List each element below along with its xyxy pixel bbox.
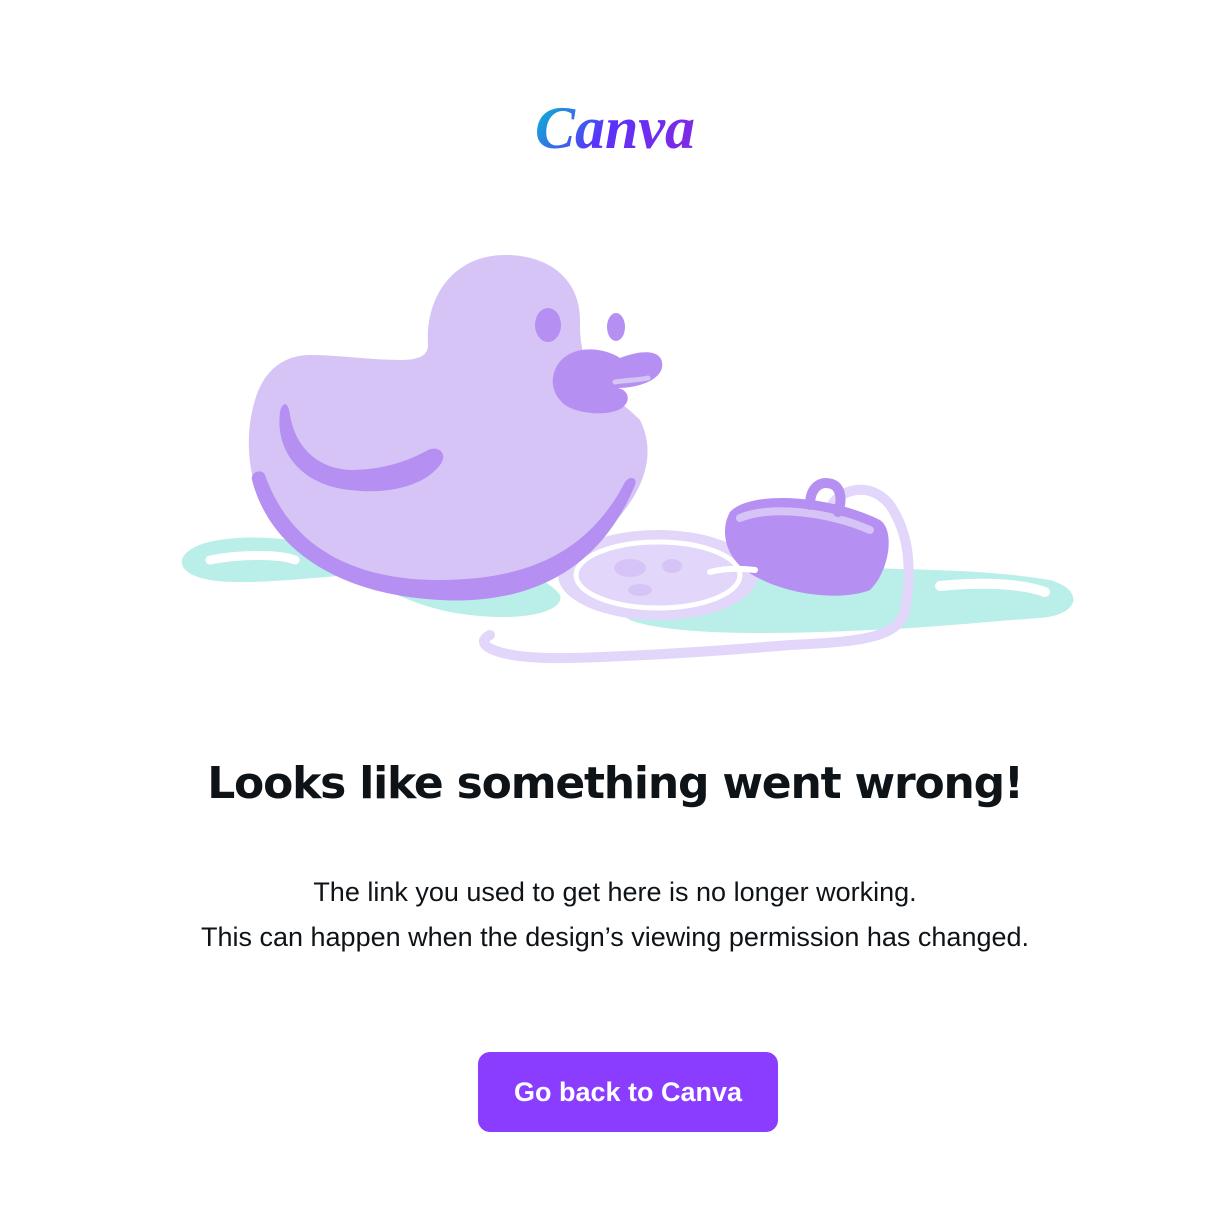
go-back-button[interactable]: Go back to Canva bbox=[478, 1052, 778, 1132]
error-title: Looks like something went wrong! bbox=[207, 758, 1024, 809]
duck-beak bbox=[552, 349, 663, 414]
canva-logo[interactable]: Canva bbox=[0, 88, 1230, 168]
logo-text: Canva bbox=[535, 95, 695, 161]
rubber-duck-illustration bbox=[181, 255, 1074, 664]
duck-eye-left bbox=[535, 308, 561, 342]
canva-logo-wordmark: Canva bbox=[535, 95, 695, 161]
duck-eye-right bbox=[607, 313, 625, 341]
error-message-line-2: This can happen when the design’s viewin… bbox=[200, 922, 1030, 952]
error-message-line-1: The link you used to get here is no long… bbox=[313, 877, 917, 907]
error-message: The link you used to get here is no long… bbox=[0, 870, 1230, 960]
error-page: Canva Looks like something went wrong! T… bbox=[0, 0, 1230, 1230]
